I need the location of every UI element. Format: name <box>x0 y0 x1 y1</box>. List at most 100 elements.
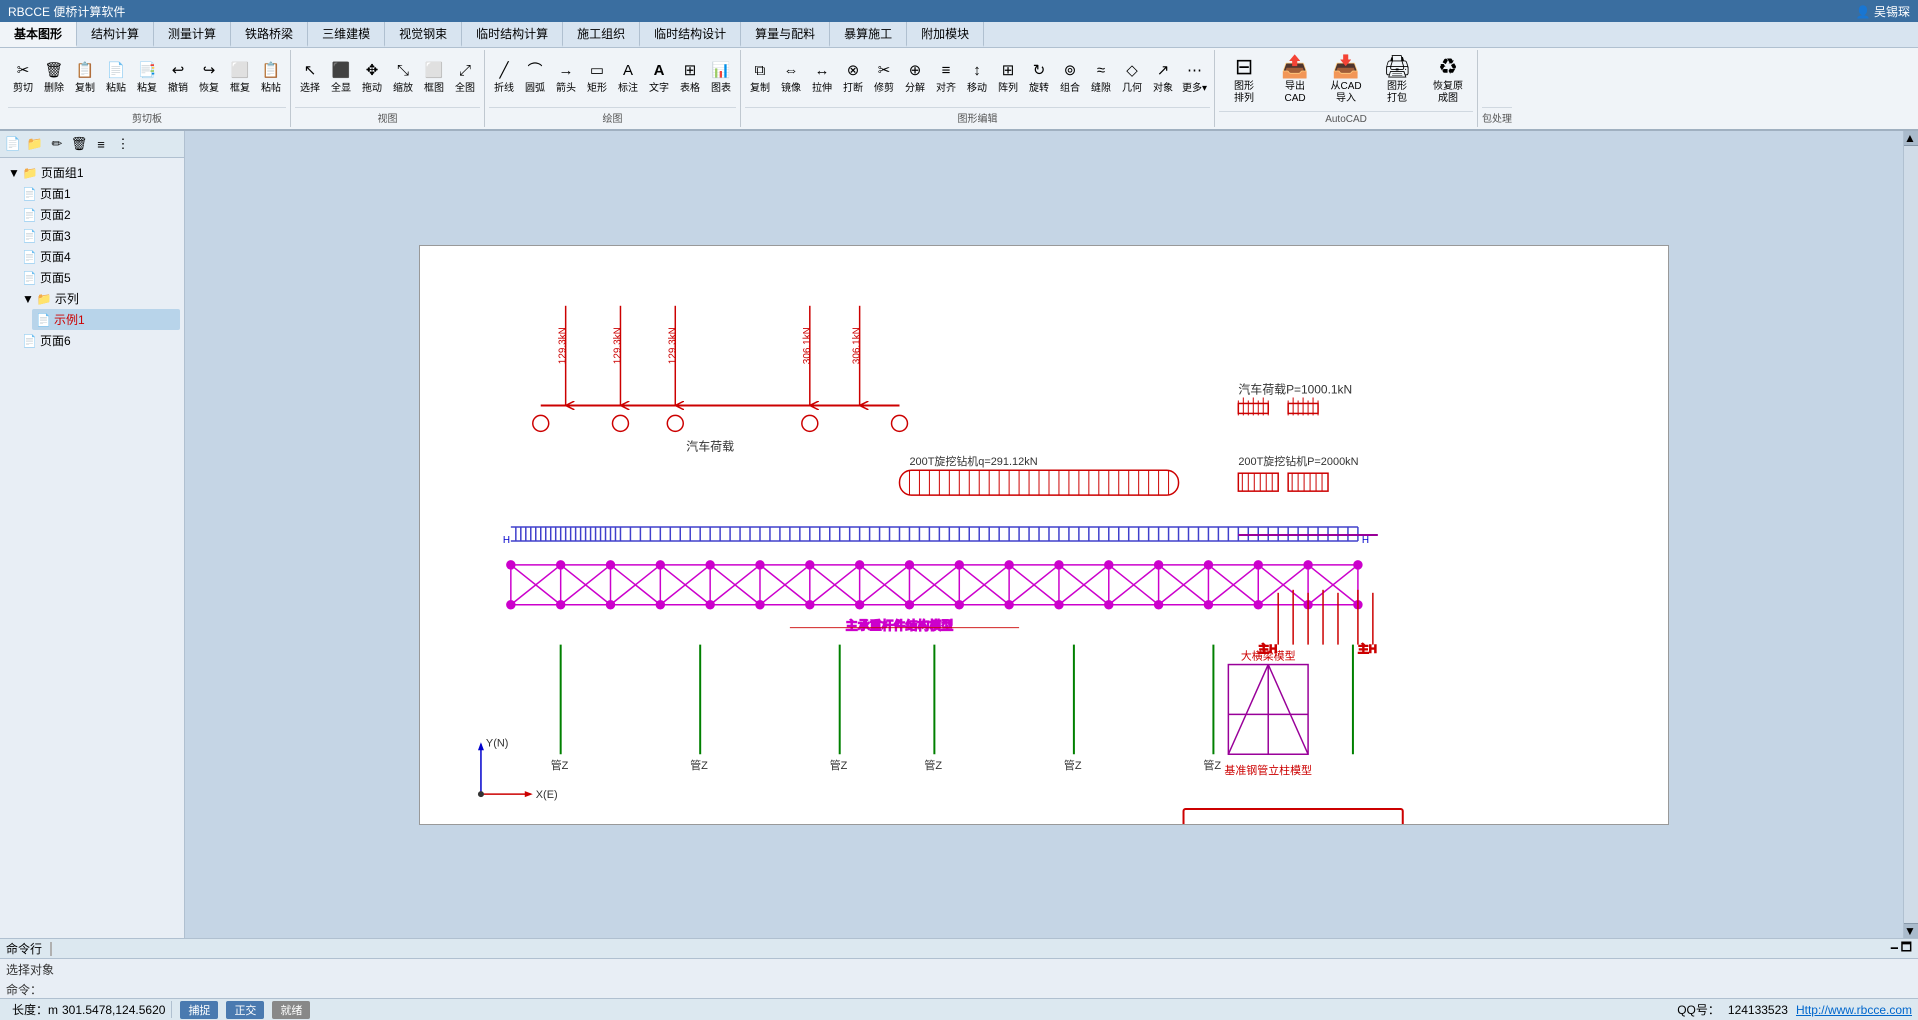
fullshow-button[interactable]: ⬛全显 <box>326 52 356 105</box>
tab-structural-calc[interactable]: 结构计算 <box>77 22 154 47</box>
page-icon-6: 📄 <box>22 334 37 348</box>
tab-quick-construction[interactable]: 暴算施工 <box>830 22 907 47</box>
autocad-label: AutoCAD <box>1219 111 1473 125</box>
paste-copy-button[interactable]: 📑粘复 <box>132 52 162 105</box>
tab-railway-bridge[interactable]: 铁路桥梁 <box>231 22 308 47</box>
tree-page3[interactable]: 📄 页面3 <box>18 225 180 246</box>
drawing-canvas[interactable]: 129.3kN 129.3kN 129.3kN 306.1kN 306.1kN … <box>419 245 1669 825</box>
page4-label: 页面4 <box>40 248 71 265</box>
page-icon-1: 📄 <box>22 187 37 201</box>
copy-edit-button[interactable]: ⧉复制 <box>745 52 775 105</box>
list-label: 示列 <box>55 290 79 307</box>
tab-survey-calc[interactable]: 测量计算 <box>154 22 231 47</box>
edit-lp-button[interactable]: ✏ <box>47 134 67 154</box>
qq-number: 124133523 <box>1728 1003 1788 1017</box>
snap-button[interactable]: 捕捉 <box>180 1001 218 1019</box>
cmd-max-button[interactable]: 🗖 <box>1901 938 1912 959</box>
detail-view-button[interactable]: ⋮ <box>113 134 133 154</box>
svg-text:X(E): X(E) <box>536 789 558 801</box>
scroll-up-button[interactable]: ▲ <box>1904 131 1918 146</box>
rotate-button[interactable]: ↻旋转 <box>1024 52 1054 105</box>
break-button[interactable]: ⊗打断 <box>838 52 868 105</box>
paste-button[interactable]: 📄粘贴 <box>101 52 131 105</box>
tab-quantity-material[interactable]: 算量与配料 <box>741 22 830 47</box>
shape-arrange-button[interactable]: ⊟ 图形排列 <box>1219 52 1269 109</box>
label-button[interactable]: A标注 <box>613 52 643 105</box>
window-button[interactable]: ⬜框图 <box>419 52 449 105</box>
command-input[interactable] <box>42 982 1912 996</box>
decompose-button[interactable]: ⊕分解 <box>900 52 930 105</box>
tab-temp-structure-calc[interactable]: 临时结构计算 <box>462 22 563 47</box>
redo-button[interactable]: ↪恢复 <box>194 52 224 105</box>
page1-label: 页面1 <box>40 185 71 202</box>
print-button[interactable]: 🖨 图形打包 <box>1372 52 1422 109</box>
polyline-button[interactable]: ╱折线 <box>489 52 519 105</box>
website-link[interactable]: Http://www.rbcce.com <box>1796 1003 1912 1017</box>
arc-button[interactable]: ⌒圆弧 <box>520 52 550 105</box>
fullview-button[interactable]: ⤢全图 <box>450 52 480 105</box>
drag-button[interactable]: ✥拖动 <box>357 52 387 105</box>
svg-text:Y(N): Y(N) <box>486 737 509 749</box>
length-section: 长度：m 301.5478,124.5620 <box>6 1001 172 1018</box>
tab-temp-structure-design[interactable]: 临时结构设计 <box>640 22 741 47</box>
tab-construction-org[interactable]: 施工组织 <box>563 22 640 47</box>
rbcce-box: RBCCE便桥计算模式 <box>1184 809 1403 824</box>
scroll-down-button[interactable]: ▼ <box>1904 923 1918 938</box>
cmd-min-button[interactable]: 🗕 <box>1890 938 1899 959</box>
export-cad-button[interactable]: 📤 导出CAD <box>1270 52 1320 109</box>
scroll-track[interactable] <box>1904 146 1918 923</box>
restore-button[interactable]: ♻ 恢复原成图 <box>1423 52 1473 109</box>
tree-page1[interactable]: 📄 页面1 <box>18 183 180 204</box>
frame-copy-button[interactable]: ⬜框复 <box>225 52 255 105</box>
list-view-button[interactable]: ≡ <box>91 134 111 154</box>
paste2-button[interactable]: 📋粘帖 <box>256 52 286 105</box>
toolbar-autocad-section: ⊟ 图形排列 📤 导出CAD 📥 从CAD导入 🖨 图形打包 ♻ 恢复 <box>1215 50 1478 127</box>
stretch-button[interactable]: ↔拉伸 <box>807 52 837 105</box>
table-button[interactable]: ⊞表格 <box>675 52 705 105</box>
canvas-area[interactable]: 129.3kN 129.3kN 129.3kN 306.1kN 306.1kN … <box>185 131 1903 938</box>
cut-button[interactable]: ✂剪切 <box>8 52 38 105</box>
tree-example1[interactable]: 📄 示例1 <box>32 309 180 330</box>
array-button[interactable]: ⊞阵列 <box>993 52 1023 105</box>
tab-basic-shapes[interactable]: 基本图形 <box>0 22 77 47</box>
arrow-button[interactable]: →箭头 <box>551 52 581 105</box>
select-button[interactable]: ↖选择 <box>295 52 325 105</box>
ortho-button[interactable]: 正交 <box>226 1001 264 1019</box>
tree-page4[interactable]: 📄 页面4 <box>18 246 180 267</box>
delete-lp-button[interactable]: 🗑 <box>69 134 89 154</box>
text-button[interactable]: A文字 <box>644 52 674 105</box>
geo-button[interactable]: ◇几何 <box>1117 52 1147 105</box>
blue-load-lines <box>511 527 1358 541</box>
tab-3d-modeling[interactable]: 三维建模 <box>308 22 385 47</box>
command-controls: 🗕 🗖 <box>1890 938 1912 959</box>
page3-label: 页面3 <box>40 227 71 244</box>
tree-page6[interactable]: 📄 页面6 <box>18 330 180 351</box>
mirror-button[interactable]: ⇔镜像 <box>776 52 806 105</box>
chart-button[interactable]: 📊图表 <box>706 52 736 105</box>
gap-button[interactable]: ≈缝隙 <box>1086 52 1116 105</box>
undo-button[interactable]: ↩撤销 <box>163 52 193 105</box>
import-cad-button[interactable]: 📥 从CAD导入 <box>1321 52 1371 109</box>
svg-text:H: H <box>503 534 510 545</box>
zoom-button[interactable]: ⤡缩放 <box>388 52 418 105</box>
align-button[interactable]: ≡对齐 <box>931 52 961 105</box>
tree-page5[interactable]: 📄 页面5 <box>18 267 180 288</box>
right-scrollbar[interactable]: ▲ ▼ <box>1903 131 1918 938</box>
open-button[interactable]: 📁 <box>25 134 45 154</box>
tree-root[interactable]: ▼ 📁 页面组1 <box>4 162 180 183</box>
distributed-load-bar: H H <box>503 527 1369 546</box>
tree-page2[interactable]: 📄 页面2 <box>18 204 180 225</box>
new-page-button[interactable]: 📄 <box>3 134 23 154</box>
trim-button[interactable]: ✂修剪 <box>869 52 899 105</box>
svg-text:200T旋挖钻机q=291.12kN: 200T旋挖钻机q=291.12kN <box>909 454 1037 468</box>
tree-list-folder[interactable]: ▼ 📁 示列 <box>18 288 180 309</box>
delete-button[interactable]: 🗑删除 <box>39 52 69 105</box>
rect-button[interactable]: ▭矩形 <box>582 52 612 105</box>
move-edit-button[interactable]: ↕移动 <box>962 52 992 105</box>
tab-addon[interactable]: 附加模块 <box>907 22 984 47</box>
copy-button[interactable]: 📋复制 <box>70 52 100 105</box>
object-button[interactable]: ↗对象 <box>1148 52 1178 105</box>
more-button[interactable]: ⋯更多▾ <box>1179 52 1210 105</box>
tab-visual-steel[interactable]: 视觉钢束 <box>385 22 462 47</box>
combine-button[interactable]: ⊚组合 <box>1055 52 1085 105</box>
